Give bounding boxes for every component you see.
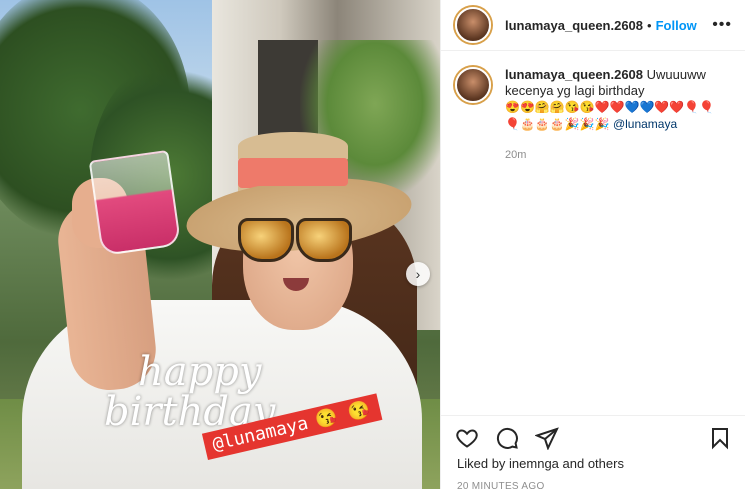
share-icon[interactable]: [535, 426, 559, 450]
comment-icon[interactable]: [495, 426, 519, 450]
post-actions: Liked by inemnga and others 20 MINUTES A…: [441, 415, 745, 500]
caption-comment: lunamaya_queen.2608 Uwuuuww kecenya yg l…: [441, 51, 745, 163]
action-icons: [441, 416, 745, 454]
post-username[interactable]: lunamaya_queen.2608: [505, 18, 643, 33]
avatar[interactable]: [455, 7, 491, 43]
instagram-post: happy birthday @lunamaya 😘 😘 › lunamaya_…: [0, 0, 745, 492]
heart-icon[interactable]: [455, 426, 479, 450]
caption-avatar[interactable]: [455, 67, 491, 103]
next-media-button[interactable]: ›: [406, 262, 430, 286]
chevron-right-icon: ›: [415, 266, 421, 282]
caption-username[interactable]: lunamaya_queen.2608: [505, 67, 643, 82]
comment-time: 20m: [505, 149, 527, 161]
post-header: lunamaya_queen.2608 • Follow •••: [441, 0, 745, 51]
caption-mention[interactable]: @lunamaya: [613, 117, 677, 131]
separator-dot: •: [647, 17, 652, 33]
happy-birthday-sticker: happy birthday: [104, 349, 275, 432]
post-media[interactable]: happy birthday @lunamaya 😘 😘 ›: [0, 0, 440, 489]
bookmark-icon[interactable]: [708, 426, 732, 450]
more-options-button[interactable]: •••: [712, 16, 732, 34]
sticker-line-1: happy: [138, 349, 262, 395]
post-timestamp: 20 MINUTES AGO: [457, 481, 545, 492]
caption-emoji-list: 😍😍🤗🤗😘😘❤️❤️💙💙❤️❤️🎈🎈🎈🎂🎂🎂🎉🎉🎉: [505, 100, 715, 131]
post-sidebar: lunamaya_queen.2608 • Follow ••• lunamay…: [440, 0, 745, 492]
sunglasses-lens-left: [238, 218, 294, 262]
follow-button[interactable]: Follow: [656, 18, 697, 33]
hat-band-front: [238, 158, 348, 186]
caption-body: lunamaya_queen.2608 Uwuuuww kecenya yg l…: [505, 67, 725, 163]
caption-emojis: 😍😍🤗🤗😘😘❤️❤️💙💙❤️❤️🎈🎈🎈🎂🎂🎂🎉🎉🎉 @lunamaya: [505, 99, 725, 133]
sunglasses: [238, 218, 352, 262]
liked-by-text[interactable]: Liked by inemnga and others: [441, 454, 745, 473]
sunglasses-lens-right: [296, 218, 352, 262]
drink-glass: [88, 149, 182, 257]
